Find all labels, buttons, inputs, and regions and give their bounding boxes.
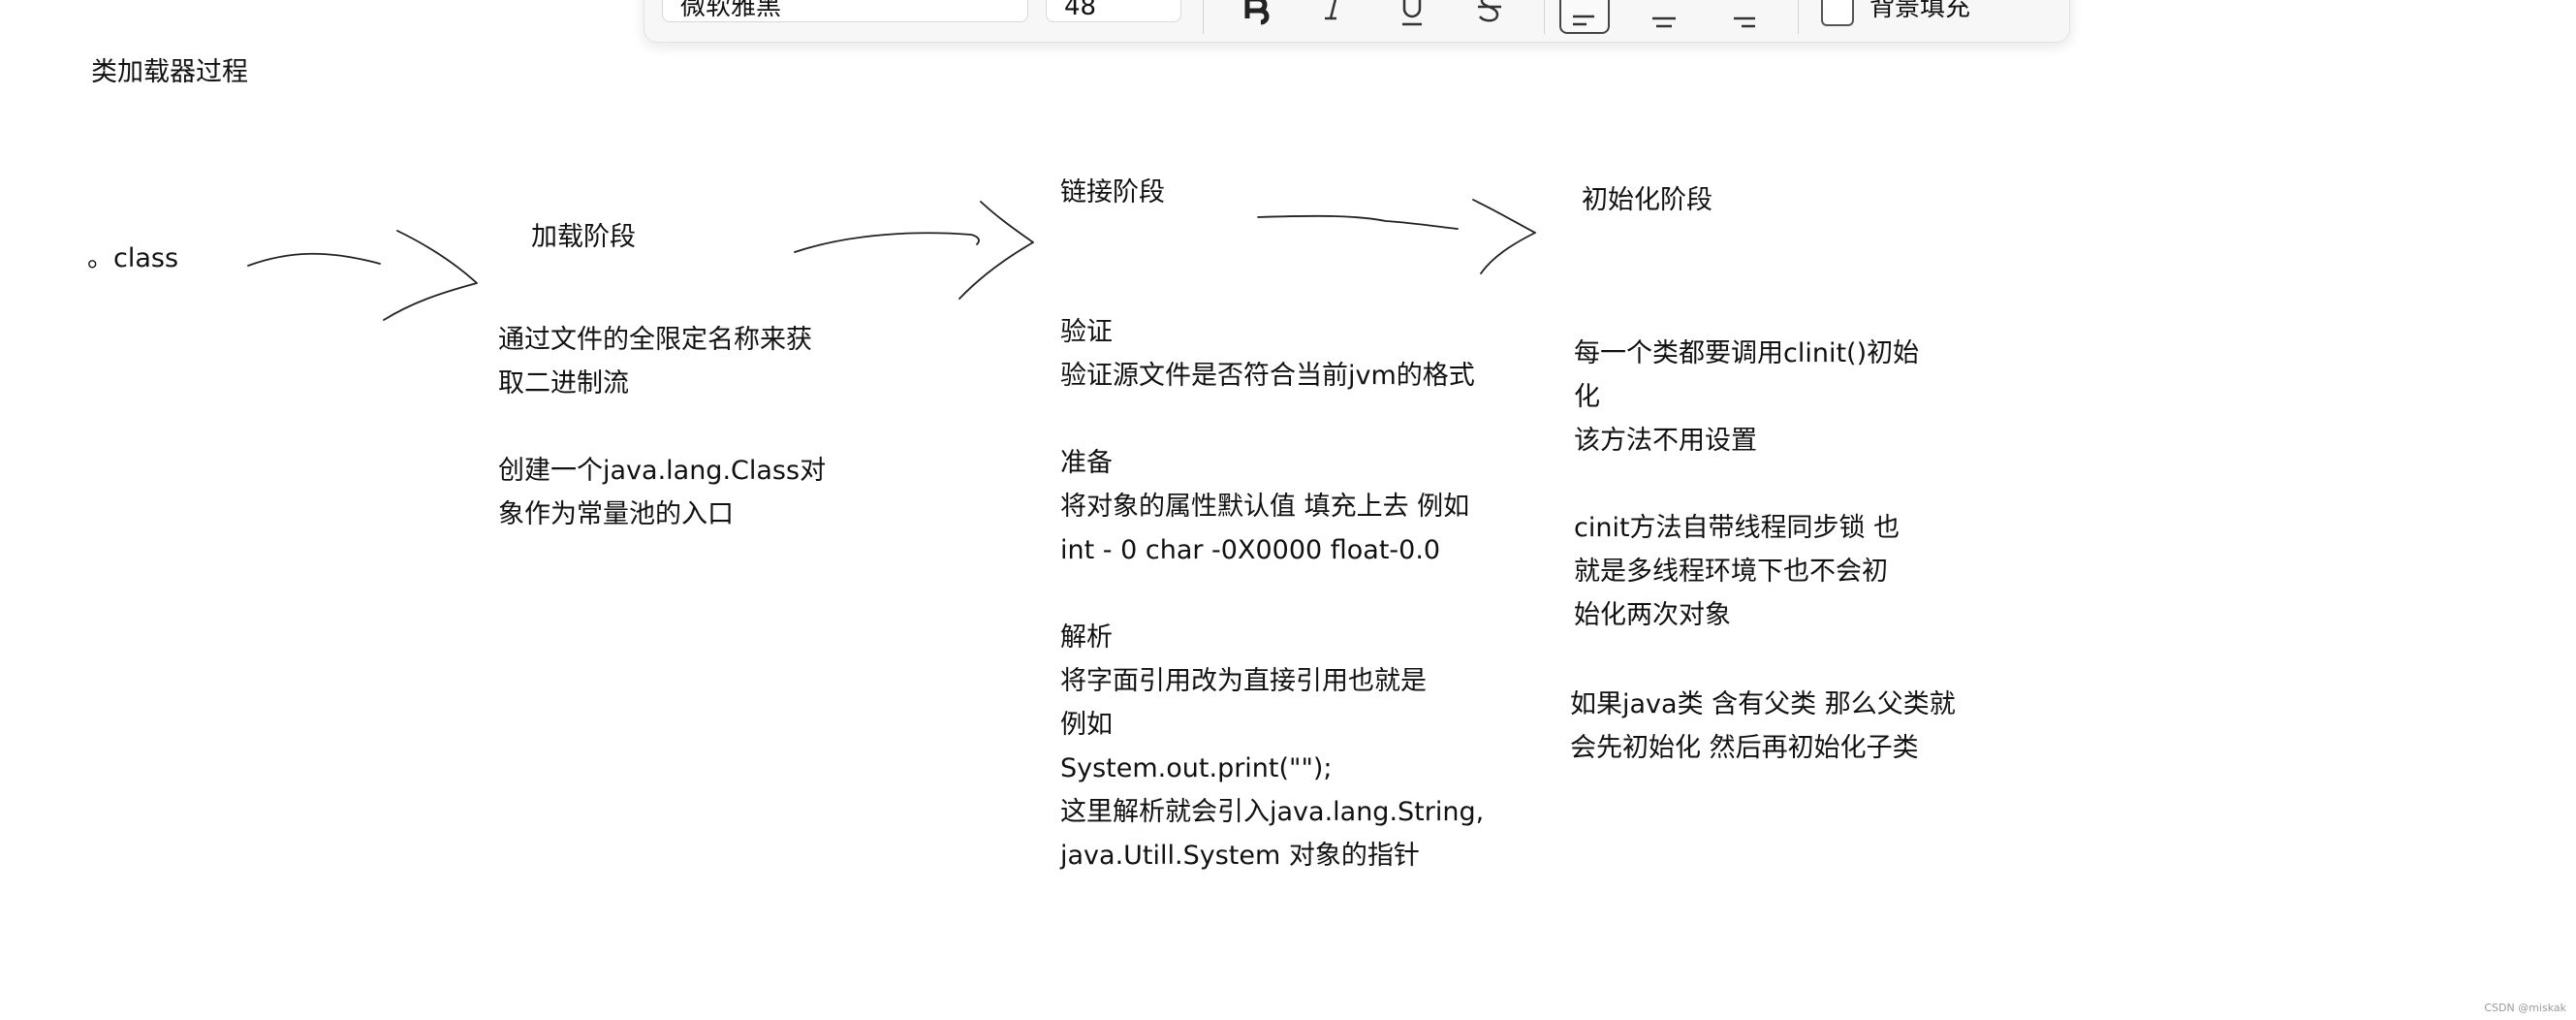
note-line: 每一个类都要调用clinit()初始 — [1574, 338, 1920, 368]
note-line: int - 0 char -0X0000 float-0.0 — [1060, 535, 1441, 565]
note-line: 通过文件的全限定名称来获 — [498, 325, 812, 355]
link-stage-heading: 链接阶段 — [1060, 177, 1165, 207]
note-line: 始化两次对象 — [1574, 600, 1731, 630]
source-class-label: 。class — [87, 243, 179, 273]
note-line: 解析 — [1060, 622, 1113, 653]
init-stage-heading: 初始化阶段 — [1582, 185, 1712, 215]
note-line: 这里解析就会引入java.lang.String, — [1060, 797, 1485, 827]
note-line: 验证 — [1060, 317, 1113, 347]
note-line: 就是多线程环境下也不会初 — [1574, 557, 1888, 587]
watermark: CSDN @miskak — [2484, 1002, 2566, 1014]
arrow-to-load-stage — [247, 230, 478, 321]
note-line: System.out.print(""); — [1060, 753, 1333, 783]
note-line: 如果java类 含有父类 那么父类就 — [1570, 689, 1956, 719]
note-line: 将字面引用改为直接引用也就是 — [1060, 666, 1427, 696]
note-line: 例如 — [1060, 710, 1113, 740]
note-line: 验证源文件是否符合当前jvm的格式 — [1060, 361, 1475, 391]
diagram-title: 类加载器过程 — [91, 57, 248, 87]
note-line: 该方法不用设置 — [1574, 426, 1757, 456]
arrow-to-link-stage — [794, 201, 1034, 300]
note-line: 化 — [1574, 382, 1600, 412]
note-line: 会先初始化 然后再初始化子类 — [1570, 733, 1919, 763]
note-line: cinit方法自带线程同步锁 也 — [1574, 513, 1901, 543]
load-stage-heading: 加载阶段 — [531, 222, 636, 252]
note-line: 将对象的属性默认值 填充上去 例如 — [1060, 492, 1470, 522]
note-line: 象作为常量池的入口 — [498, 499, 734, 529]
arrow-to-init-stage — [1257, 199, 1536, 274]
note-line: 创建一个java.lang.Class对 — [498, 456, 827, 486]
note-line: 准备 — [1060, 448, 1113, 478]
note-line: java.Utill.System 对象的指针 — [1060, 841, 1420, 871]
note-line: 取二进制流 — [498, 368, 629, 398]
